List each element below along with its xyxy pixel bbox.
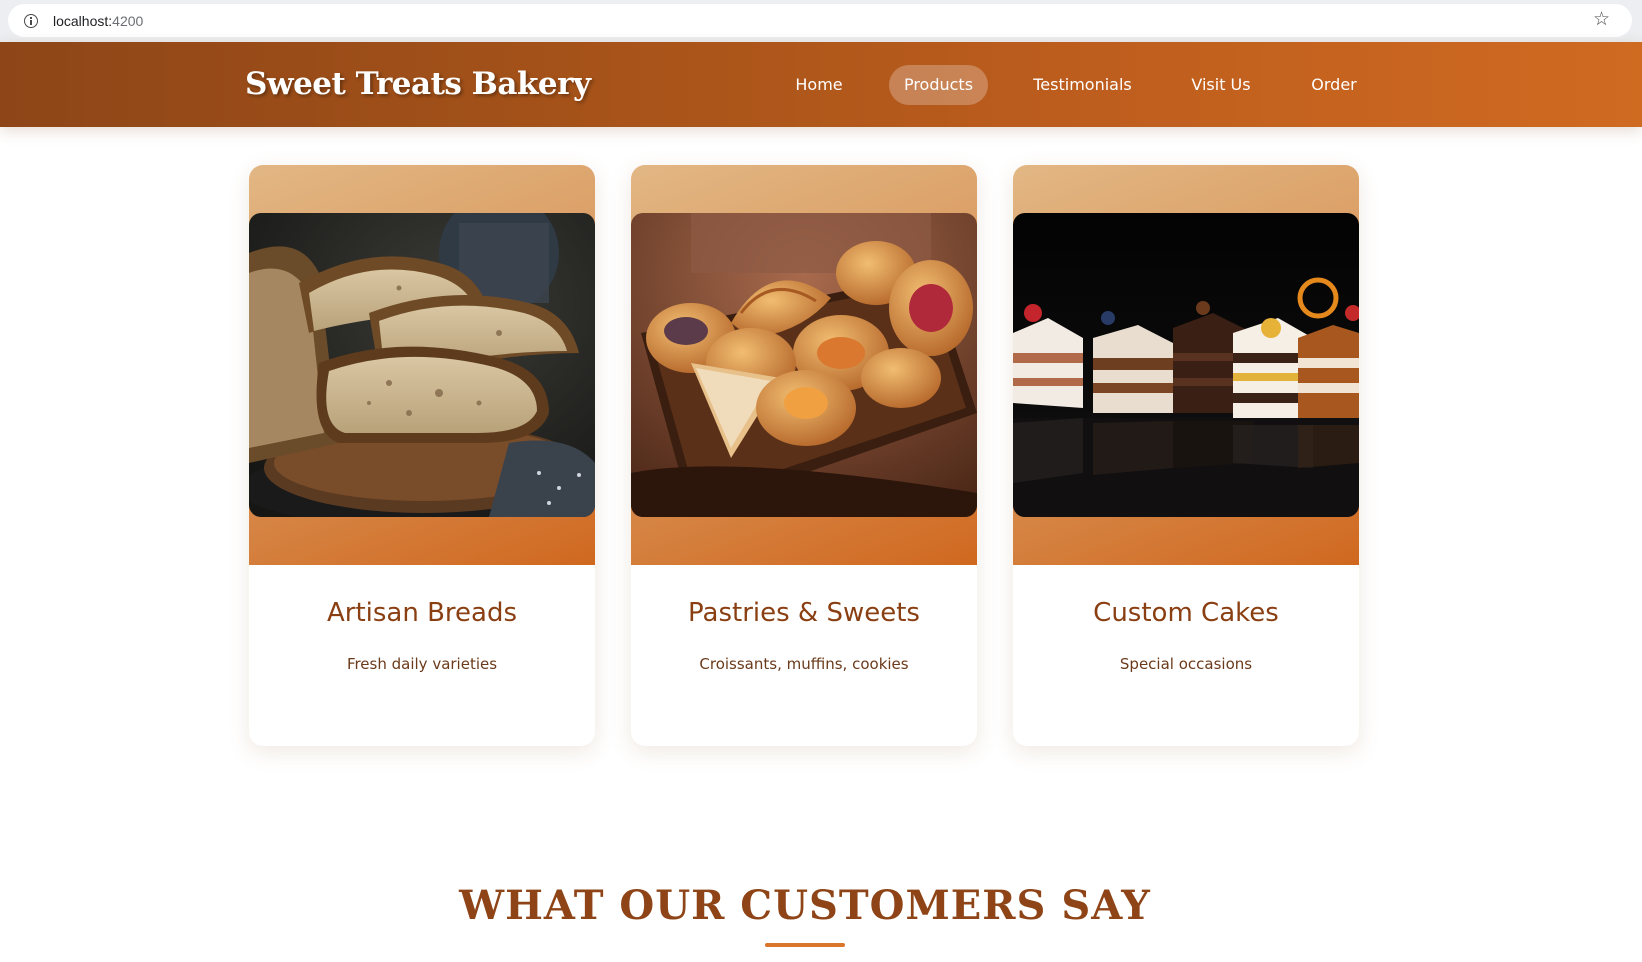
card-title: Artisan Breads [326,598,518,628]
nav-visit-us[interactable]: Visit Us [1177,65,1265,105]
info-icon[interactable] [24,14,38,28]
browser-toolbar: localhost:4200 ☆ [0,0,1642,42]
card-media [249,165,595,565]
cake-slices-photo [1013,213,1359,517]
nav-testimonials[interactable]: Testimonials [1017,65,1148,105]
product-card-custom-cakes[interactable]: Custom Cakes Special occasions [1013,165,1359,746]
url-text[interactable]: localhost:4200 [53,13,143,29]
url-host: localhost: [53,13,113,29]
product-card-pastries-sweets[interactable]: Pastries & Sweets Croissants, muffins, c… [631,165,977,746]
star-icon[interactable]: ☆ [1593,10,1610,29]
address-bar[interactable]: localhost:4200 ☆ [8,4,1632,37]
card-media [1013,165,1359,565]
card-subtitle: Fresh daily varieties [346,655,498,673]
url-port: 4200 [112,13,144,29]
testimonials-heading: WHAT OUR CUSTOMERS SAY [459,882,1151,929]
main-nav: Home Products Testimonials Visit Us Orde… [0,65,1642,105]
card-title: Pastries & Sweets [688,598,920,628]
card-subtitle: Croissants, muffins, cookies [699,655,909,673]
nav-products[interactable]: Products [889,65,988,105]
product-card-artisan-breads[interactable]: Artisan Breads Fresh daily varieties [249,165,595,746]
card-media [631,165,977,565]
site-header: Sweet Treats Bakery Home Products Testim… [0,42,1642,127]
nav-home[interactable]: Home [777,65,861,105]
sliced-bread-photo [249,213,595,517]
card-subtitle: Special occasions [1119,655,1253,673]
nav-order[interactable]: Order [1293,65,1375,105]
pastry-basket-photo [631,213,977,517]
card-title: Custom Cakes [1093,598,1279,628]
heading-underline [765,943,845,947]
